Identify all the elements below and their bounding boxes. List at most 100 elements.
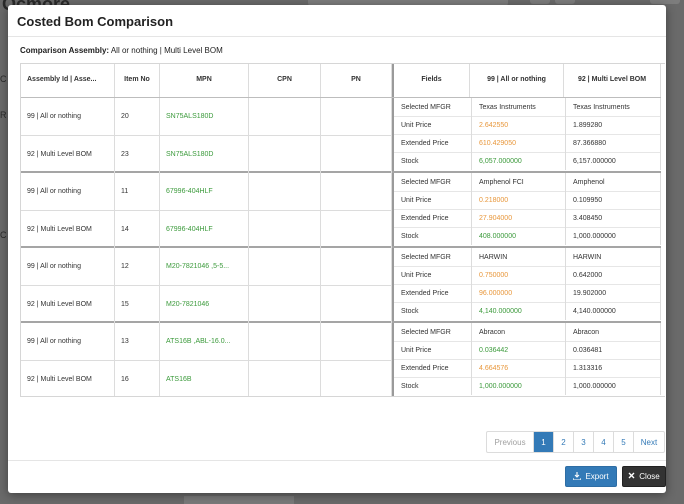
- field-value-a: 0.036442: [472, 341, 566, 359]
- field-value-a: HARWIN: [472, 248, 566, 266]
- assembly-cell: 99 | All or nothing: [21, 248, 115, 285]
- assembly-cell: 92 | Multi Level BOM: [21, 136, 115, 173]
- field-value-a: 0.750000: [472, 266, 566, 284]
- pn-cell: [321, 211, 392, 248]
- assembly-cell: 92 | Multi Level BOM: [21, 286, 115, 323]
- field-row: Selected MFGR Amphenol FCI Amphenol: [394, 173, 661, 192]
- pagination-previous[interactable]: Previous: [487, 432, 533, 452]
- table-row: 99 | All or nothing 20 SN75ALS180D: [21, 98, 392, 136]
- table-row: 99 | All or nothing 11 67996-404HLF: [21, 173, 392, 211]
- field-value-b: 1,000.000000: [566, 377, 661, 395]
- field-value-b: 1.899280: [566, 116, 661, 134]
- field-row: Stock 4,140.000000 4,140.000000: [394, 302, 661, 320]
- pagination-next[interactable]: Next: [633, 432, 664, 452]
- comparison-assembly-text: Comparison Assembly: All or nothing | Mu…: [20, 46, 223, 55]
- modal-title: Costed Bom Comparison: [17, 14, 174, 29]
- header-mpn[interactable]: MPN: [160, 64, 249, 97]
- pn-cell: [321, 323, 392, 360]
- modal-footer-divider: [8, 460, 666, 461]
- table-row: 99 | All or nothing 13 ATS16B ,ABL-16.0.…: [21, 323, 392, 361]
- field-value-a: 27.904000: [472, 209, 566, 227]
- pn-cell: [321, 286, 392, 323]
- item-no-cell: 23: [115, 136, 160, 173]
- field-row: Unit Price 2.642550 1.899280: [394, 116, 661, 135]
- mpn-link[interactable]: SN75ALS180D: [160, 136, 249, 173]
- fields-grid: Selected MFGR Texas Instruments Texas In…: [392, 98, 661, 171]
- export-button[interactable]: Export: [565, 466, 617, 487]
- field-value-a: 96.000000: [472, 284, 566, 302]
- costed-bom-comparison-modal: Costed Bom Comparison Comparison Assembl…: [8, 5, 666, 493]
- header-assembly-id[interactable]: Assembly Id | Asse...: [21, 64, 115, 97]
- field-value-b: Amphenol: [566, 173, 661, 191]
- field-row: Unit Price 0.036442 0.036481: [394, 341, 661, 360]
- header-assembly-99[interactable]: 99 | All or nothing: [470, 64, 564, 97]
- comparison-assembly-label: Comparison Assembly:: [20, 46, 110, 55]
- header-cpn[interactable]: CPN: [249, 64, 321, 97]
- pn-cell: [321, 248, 392, 285]
- header-assembly-92[interactable]: 92 | Multi Level BOM: [564, 64, 661, 97]
- field-label: Stock: [394, 227, 472, 245]
- item-no-cell: 13: [115, 323, 160, 360]
- table-row: 92 | Multi Level BOM 14 67996-404HLF: [21, 211, 392, 248]
- field-value-a: Texas Instruments: [472, 98, 566, 116]
- field-row: Unit Price 0.750000 0.642000: [394, 266, 661, 285]
- field-row: Stock 6,057.000000 6,157.000000: [394, 152, 661, 170]
- cpn-cell: [249, 173, 321, 210]
- item-no-cell: 14: [115, 211, 160, 248]
- field-value-a: 408.000000: [472, 227, 566, 245]
- cpn-cell: [249, 136, 321, 173]
- background-side-letter: C: [0, 74, 7, 84]
- close-icon: [628, 472, 639, 481]
- pagination-page-4[interactable]: 4: [593, 432, 613, 452]
- pn-cell: [321, 361, 392, 396]
- mpn-link[interactable]: M20-7821046: [160, 286, 249, 323]
- comparison-table: Assembly Id | Asse... Item No MPN CPN PN…: [20, 63, 665, 397]
- close-button[interactable]: Close: [622, 466, 666, 487]
- pagination-page-3[interactable]: 3: [573, 432, 593, 452]
- field-value-a: 6,057.000000: [472, 152, 566, 170]
- field-value-b: 3.408450: [566, 209, 661, 227]
- header-pn[interactable]: PN: [321, 64, 392, 97]
- field-value-a: 4,140.000000: [472, 302, 566, 320]
- field-label: Stock: [394, 152, 472, 170]
- field-value-b: 1,000.000000: [566, 227, 661, 245]
- mpn-link[interactable]: SN75ALS180D: [160, 98, 249, 135]
- header-fields[interactable]: Fields: [392, 64, 470, 97]
- mpn-link[interactable]: M20-7821046 ,5-5...: [160, 248, 249, 285]
- field-value-b: 87.366880: [566, 134, 661, 152]
- pagination-page-5[interactable]: 5: [613, 432, 633, 452]
- pagination-page-1[interactable]: 1: [533, 432, 553, 452]
- table-row: 92 | Multi Level BOM 16 ATS16B: [21, 361, 392, 396]
- field-value-b: Texas Instruments: [566, 98, 661, 116]
- pagination-page-2[interactable]: 2: [553, 432, 573, 452]
- export-label: Export: [585, 472, 609, 481]
- comparison-group: 99 | All or nothing 11 67996-404HLF 92 |…: [21, 173, 661, 248]
- comparison-assembly-value: All or nothing | Multi Level BOM: [109, 46, 223, 55]
- cpn-cell: [249, 323, 321, 360]
- cpn-cell: [249, 286, 321, 323]
- pagination: Previous 1 2 3 4 5 Next: [486, 431, 665, 453]
- item-no-cell: 12: [115, 248, 160, 285]
- mpn-link[interactable]: 67996-404HLF: [160, 173, 249, 210]
- background-side-letter: C: [0, 230, 7, 240]
- field-value-a: Amphenol FCI: [472, 173, 566, 191]
- mpn-link[interactable]: 67996-404HLF: [160, 211, 249, 248]
- cpn-cell: [249, 98, 321, 135]
- table-row: 92 | Multi Level BOM 15 M20-7821046: [21, 286, 392, 323]
- field-row: Stock 1,000.000000 1,000.000000: [394, 377, 661, 395]
- field-value-a: 610.429050: [472, 134, 566, 152]
- field-value-b: 4,140.000000: [566, 302, 661, 320]
- mpn-link[interactable]: ATS16B ,ABL-16.0...: [160, 323, 249, 360]
- fields-grid: Selected MFGR Amphenol FCI Amphenol Unit…: [392, 173, 661, 246]
- background-side-letter: R: [0, 110, 7, 120]
- comparison-group: 99 | All or nothing 20 SN75ALS180D 92 | …: [21, 98, 661, 173]
- field-value-a: 4.664576: [472, 359, 566, 377]
- assembly-cell: 99 | All or nothing: [21, 173, 115, 210]
- comparison-group: 99 | All or nothing 13 ATS16B ,ABL-16.0.…: [21, 323, 661, 396]
- field-value-b: 6,157.000000: [566, 152, 661, 170]
- mpn-link[interactable]: ATS16B: [160, 361, 249, 396]
- field-label: Selected MFGR: [394, 173, 472, 191]
- cpn-cell: [249, 211, 321, 248]
- field-row: Selected MFGR HARWIN HARWIN: [394, 248, 661, 267]
- header-item-no[interactable]: Item No: [115, 64, 160, 97]
